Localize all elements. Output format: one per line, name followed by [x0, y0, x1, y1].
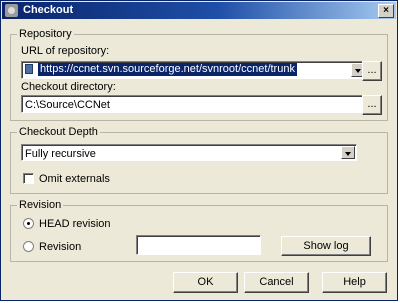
omit-externals-checkbox[interactable]	[23, 173, 34, 184]
close-button[interactable]: ×	[378, 4, 394, 18]
title-bar[interactable]: Checkout ×	[2, 2, 396, 19]
url-browse-button[interactable]: ...	[362, 61, 382, 81]
checkout-depth-legend: Checkout Depth	[17, 126, 100, 138]
head-revision-radio[interactable]	[23, 218, 34, 229]
repository-group: Repository URL of repository: https://cc…	[10, 28, 388, 121]
revision-input[interactable]	[136, 235, 261, 255]
repository-icon	[25, 64, 33, 74]
url-label: URL of repository:	[21, 45, 110, 57]
help-button[interactable]: Help	[322, 272, 387, 293]
checkout-directory-value: C:\Source\CCNet	[25, 99, 110, 111]
checkout-dialog: Checkout × Repository URL of repository:…	[0, 0, 398, 301]
checkout-depth-group: Checkout Depth Fully recursive Omit exte…	[10, 126, 388, 194]
repository-legend: Repository	[17, 28, 74, 40]
checkout-directory-label: Checkout directory:	[21, 81, 116, 93]
window-title: Checkout	[23, 4, 74, 16]
cancel-button[interactable]: Cancel	[244, 272, 309, 293]
ok-button[interactable]: OK	[173, 272, 238, 293]
depth-selected-value: Fully recursive	[25, 148, 96, 160]
url-value: https://ccnet.svn.sourceforge.net/svnroo…	[38, 63, 297, 76]
directory-browse-button[interactable]: ...	[362, 95, 382, 115]
depth-select[interactable]: Fully recursive	[21, 144, 357, 161]
revision-legend: Revision	[17, 199, 64, 211]
head-revision-label[interactable]: HEAD revision	[39, 218, 111, 230]
depth-dropdown-arrow-icon[interactable]	[341, 146, 355, 159]
revision-label[interactable]: Revision	[39, 241, 81, 253]
url-combobox[interactable]: https://ccnet.svn.sourceforge.net/svnroo…	[21, 61, 367, 79]
tortoise-app-icon	[5, 4, 18, 17]
revision-group: Revision HEAD revision Revision Show log	[10, 199, 388, 262]
show-log-button[interactable]: Show log	[281, 236, 371, 256]
omit-externals-label[interactable]: Omit externals	[39, 173, 110, 185]
revision-radio[interactable]	[23, 241, 34, 252]
checkout-directory-input[interactable]: C:\Source\CCNet	[21, 95, 367, 113]
